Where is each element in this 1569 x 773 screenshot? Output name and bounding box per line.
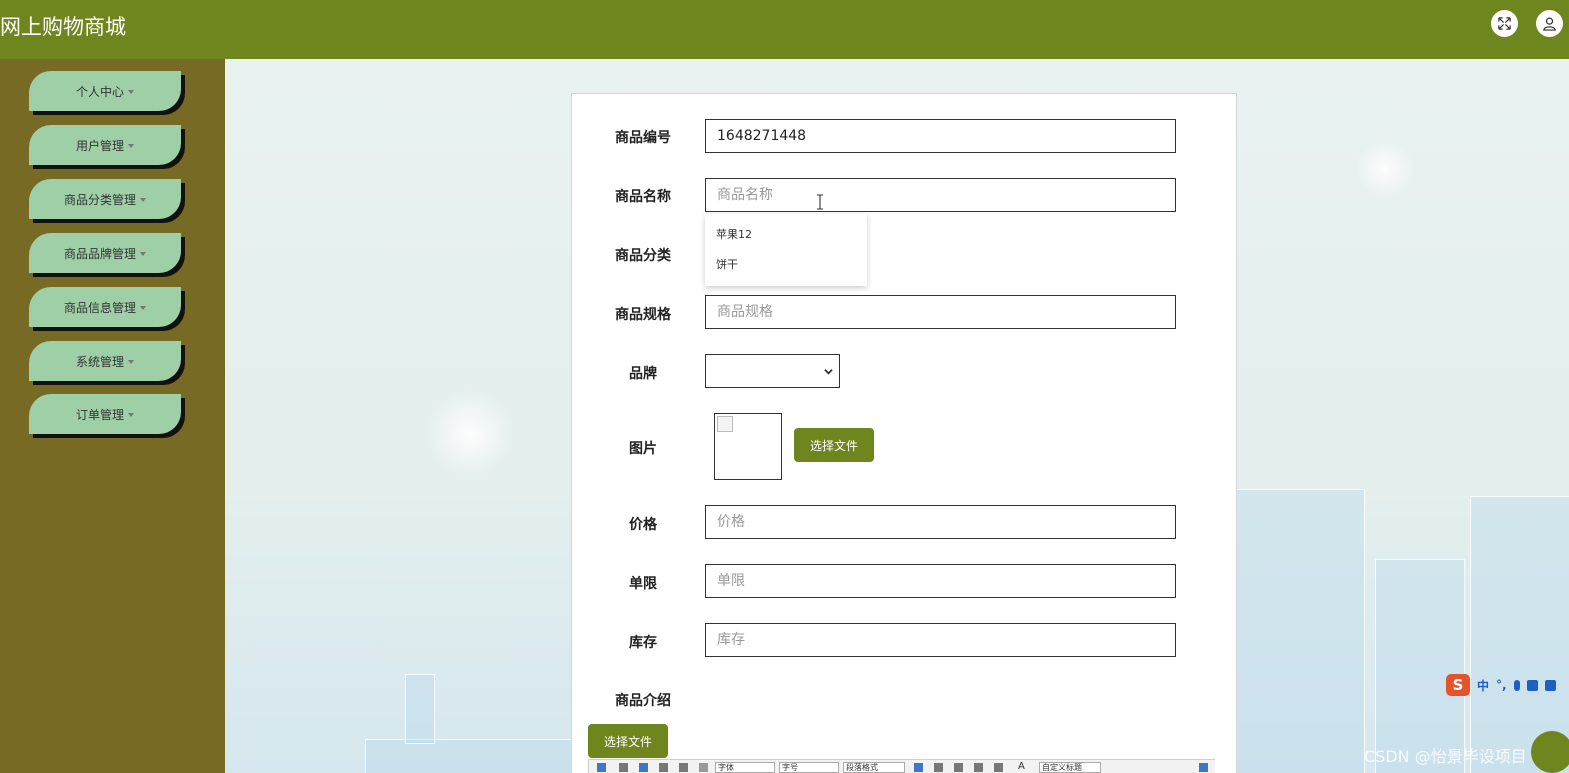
italic-icon[interactable] [639,763,648,772]
limit-label: 单限 [629,576,657,592]
fullscreen-editor-icon[interactable] [1199,763,1208,772]
caret-down-icon [140,251,146,256]
product-spec-label: 商品规格 [615,307,671,323]
microphone-icon[interactable] [1513,679,1520,691]
chevron-down-icon [824,369,833,375]
image-label: 图片 [629,441,657,457]
sidebar: 个人中心 用户管理 商品分类管理 商品品牌管理 商品信息管理 系统管理 订单管理 [0,59,225,773]
sidebar-item-label: 用户管理 [75,138,124,153]
building-graphic [405,674,435,744]
limit-input[interactable] [705,564,1176,598]
sidebar-item-category-management[interactable]: 商品分类管理 [29,179,181,219]
undo-icon[interactable] [597,763,606,772]
sidebar-item-system-management[interactable]: 系统管理 [29,341,181,381]
fullscreen-button[interactable] [1491,10,1518,37]
sidebar-item-label: 个人中心 [75,84,124,99]
product-intro-label: 商品介绍 [615,693,671,709]
caret-down-icon [128,359,134,364]
sidebar-item-label: 系统管理 [75,354,124,369]
user-icon [1543,17,1556,31]
top-header: 网上购物商城 [0,0,1569,59]
building-graphic [1235,489,1365,773]
stock-label: 库存 [629,635,657,651]
paragraph-format-select[interactable]: 段落格式 [843,762,905,773]
price-label: 价格 [629,517,657,533]
sidebar-item-personal-center[interactable]: 个人中心 [29,71,181,111]
ime-toolbar: S 中 °, [1444,673,1569,697]
category-option[interactable]: 苹果12 [716,226,752,242]
brand-label: 品牌 [629,366,657,382]
caret-down-icon [140,197,146,202]
category-dropdown: 苹果12 饼干 [705,214,867,286]
sidebar-item-label: 商品品牌管理 [63,246,136,261]
product-code-label: 商品编号 [615,130,671,146]
product-name-input[interactable] [705,178,1176,212]
expand-icon [1498,17,1511,30]
caret-down-icon [128,412,134,417]
light-glow [1355,139,1415,199]
light-glow [425,389,515,479]
floating-action-button[interactable] [1531,731,1569,773]
table-icon[interactable] [914,763,923,772]
sidebar-item-order-management[interactable]: 订单管理 [29,394,181,434]
product-code-input[interactable] [705,119,1176,153]
font-size-select[interactable]: 字号 [779,762,839,773]
sidebar-item-product-management[interactable]: 商品信息管理 [29,287,181,327]
editor-toolbar: 字体 字号 段落格式 A 自定义标题 [588,759,1215,773]
price-input[interactable] [705,505,1176,539]
custom-title-select[interactable]: 自定义标题 [1039,762,1101,773]
skin-icon[interactable] [1544,679,1556,691]
watermark: CSDN @怡景毕设项目 [1364,747,1527,766]
product-spec-input[interactable] [705,295,1176,329]
brand-select[interactable] [705,354,840,388]
align-center-icon[interactable] [954,763,963,772]
image-preview [714,413,782,480]
product-category-label: 商品分类 [615,248,671,264]
choose-image-file-button[interactable]: 选择文件 [794,428,874,462]
ime-punctuation[interactable]: °, [1496,678,1507,692]
caret-down-icon [128,143,134,148]
ime-mode[interactable]: 中 [1477,677,1489,694]
building-graphic [1375,559,1465,773]
text-color-button[interactable]: A [1016,762,1034,773]
align-left-icon[interactable] [934,763,943,772]
caret-down-icon [140,305,146,310]
keyboard-icon[interactable] [1526,679,1538,691]
category-option[interactable]: 饼干 [716,256,738,272]
align-right-icon[interactable] [974,763,983,772]
underline-icon[interactable] [659,763,668,772]
app-title: 网上购物商城 [0,15,126,39]
text-cursor-icon [817,194,823,210]
building-graphic [365,739,585,773]
sidebar-item-brand-management[interactable]: 商品品牌管理 [29,233,181,273]
sidebar-item-label: 商品信息管理 [63,300,136,315]
font-family-select[interactable]: 字体 [715,762,775,773]
sidebar-item-label: 商品分类管理 [63,192,136,207]
bold-icon[interactable] [619,763,628,772]
product-name-label: 商品名称 [615,189,671,205]
paste-icon[interactable] [699,763,708,772]
choose-intro-file-button[interactable]: 选择文件 [588,724,668,758]
sogou-logo-icon[interactable]: S [1446,674,1470,696]
user-menu-button[interactable] [1536,10,1563,37]
broken-image-icon [717,416,733,432]
stock-input[interactable] [705,623,1176,657]
sidebar-item-user-management[interactable]: 用户管理 [29,125,181,165]
align-justify-icon[interactable] [994,763,1003,772]
caret-down-icon [128,89,134,94]
sidebar-item-label: 订单管理 [75,407,124,422]
strikethrough-icon[interactable] [679,763,688,772]
